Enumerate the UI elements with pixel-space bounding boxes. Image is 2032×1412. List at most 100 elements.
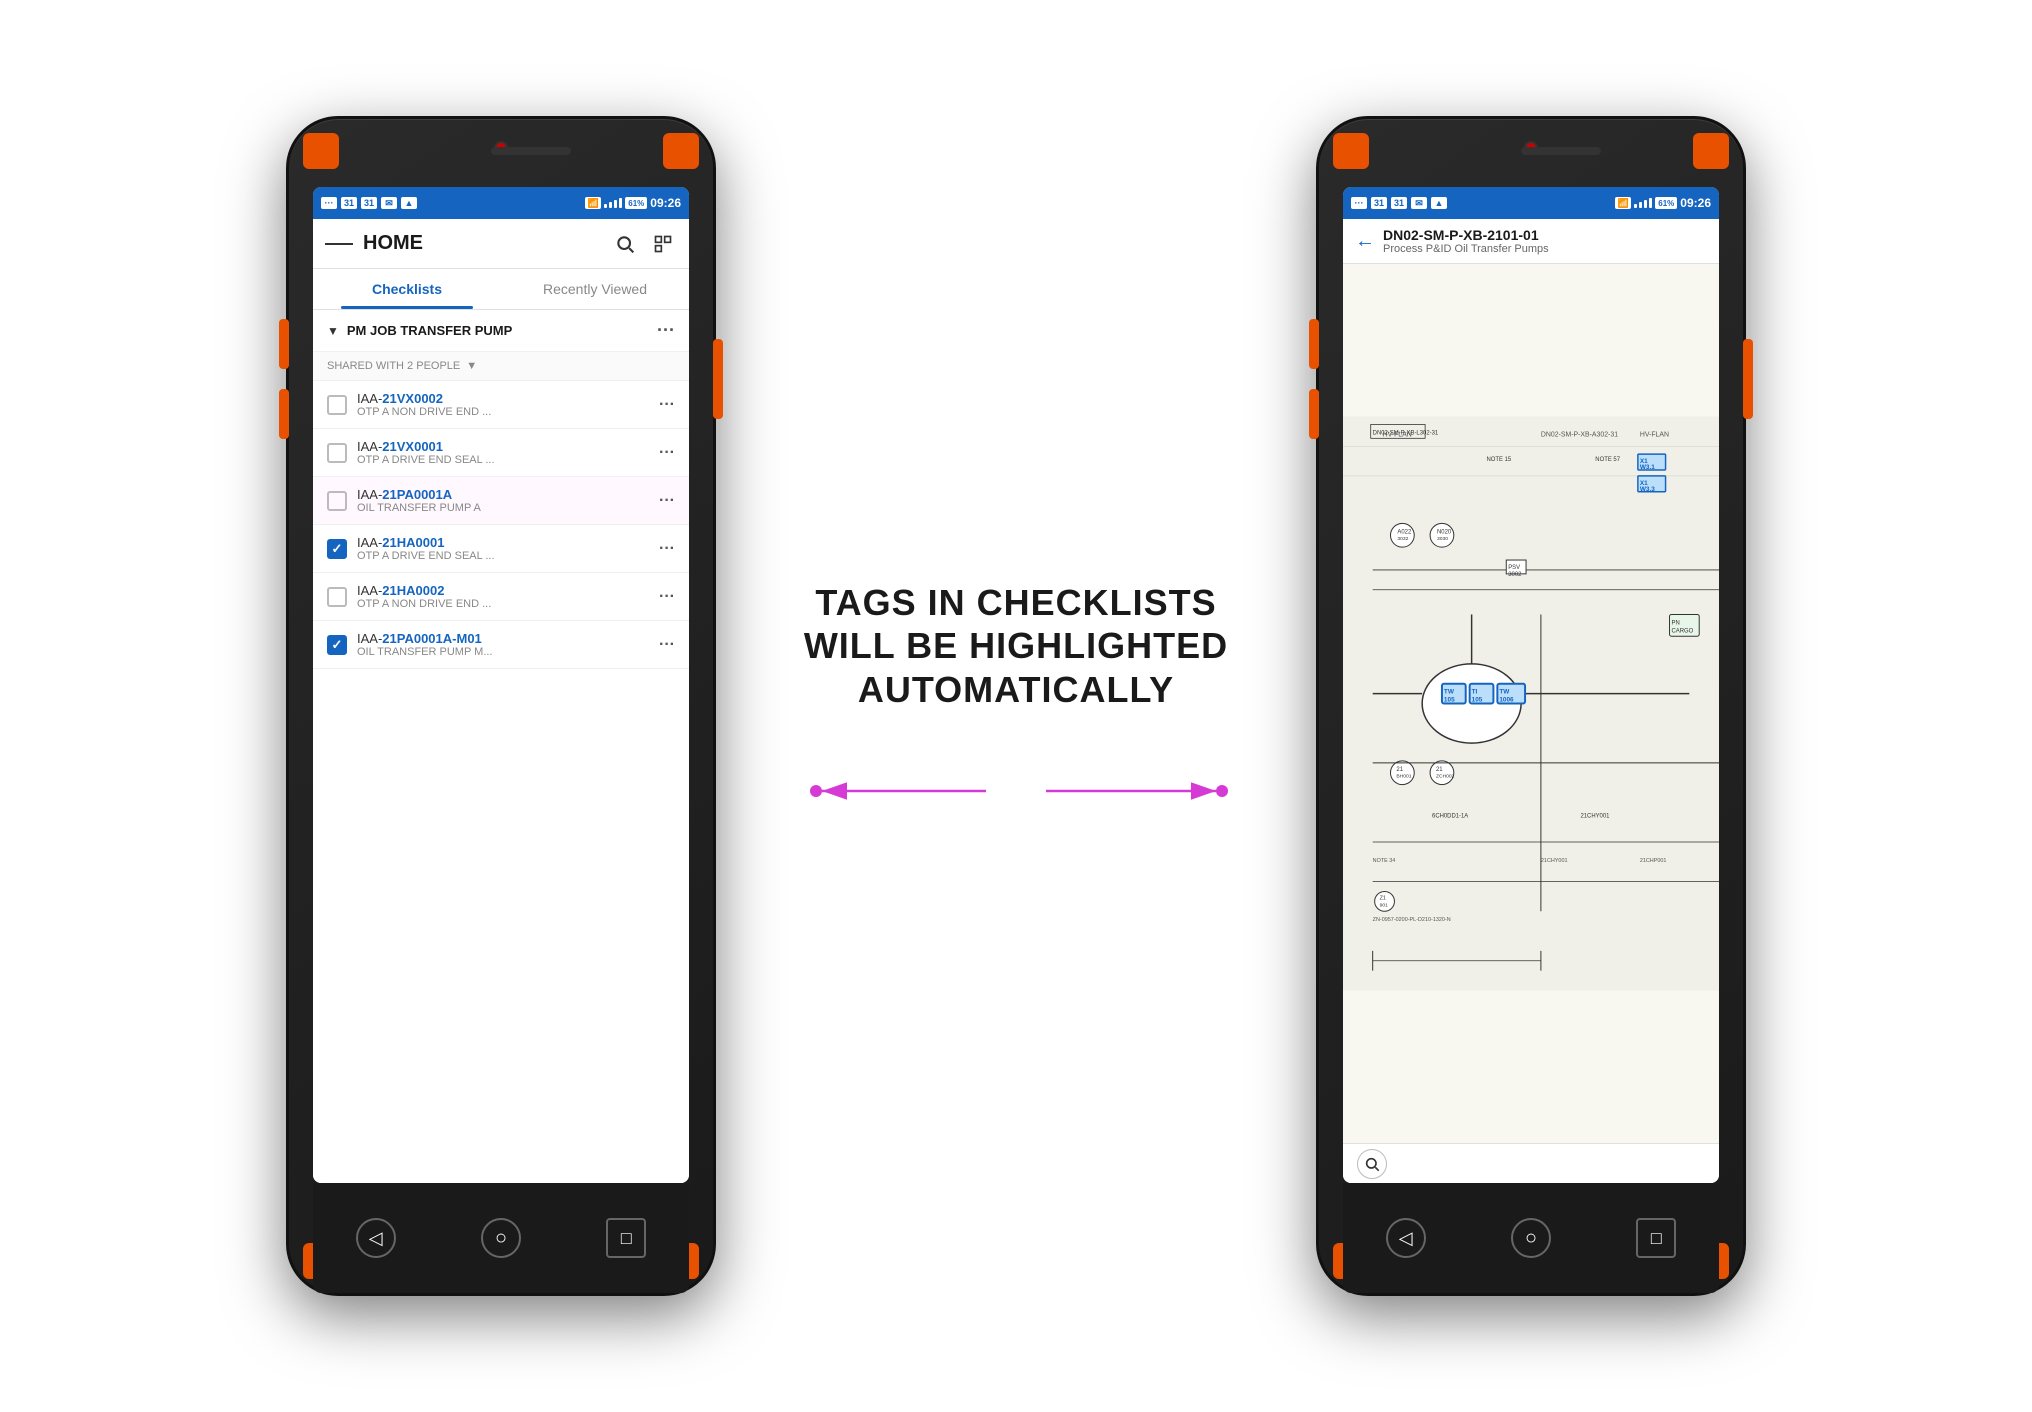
checkbox-4[interactable] <box>327 539 347 559</box>
checkbox-2[interactable] <box>327 443 347 463</box>
recent-nav-button-right[interactable] <box>1636 1218 1676 1258</box>
checklist-item-1[interactable]: IAA-21VX0002 OTP A NON DRIVE END ... ··· <box>313 381 689 429</box>
svg-text:TI: TI <box>1472 689 1478 696</box>
status-left-icons-right: ··· 31 31 ✉ ▲ <box>1351 197 1447 209</box>
phone-signal-icon-right: 📶 <box>1615 197 1631 209</box>
corner-accent-tl-right <box>1333 133 1369 169</box>
checkbox-6[interactable] <box>327 635 347 655</box>
svg-text:DN02-SM-P-XB-L302-31: DN02-SM-P-XB-L302-31 <box>1373 430 1439 436</box>
svg-text:NOTE 34: NOTE 34 <box>1373 858 1396 864</box>
checklist-item-4[interactable]: IAA-21HA0001 OTP A DRIVE END SEAL ... ··… <box>313 525 689 573</box>
dots-icon: ··· <box>321 197 337 209</box>
pid-doc-subtitle: Process P&ID Oil Transfer Pumps <box>1383 243 1707 255</box>
checkbox-5[interactable] <box>327 587 347 607</box>
calendar2-icon: 31 <box>361 197 377 209</box>
promo-line-1: TAGS IN CHECKLISTS <box>815 582 1216 623</box>
checklist-item-5[interactable]: IAA-21HA0002 OTP A NON DRIVE END ... ··· <box>313 573 689 621</box>
svg-text:BH001: BH001 <box>1396 774 1411 780</box>
item-more-4[interactable]: ··· <box>659 540 675 558</box>
svg-text:6CH0DD1-1A: 6CH0DD1-1A <box>1432 813 1468 819</box>
back-nav-button-right[interactable] <box>1386 1218 1426 1258</box>
svg-text:ZCH002: ZCH002 <box>1436 774 1455 780</box>
svg-text:DN02-SM-P-XB-A302-31: DN02-SM-P-XB-A302-31 <box>1541 431 1618 438</box>
pid-doc-id: DN02-SM-P-XB-2101-01 <box>1383 227 1707 243</box>
checklist-item-3[interactable]: IAA-21PA0001A OIL TRANSFER PUMP A ··· <box>313 477 689 525</box>
phone-signal-icon: 📶 <box>585 197 601 209</box>
signal-bars-right <box>1634 198 1652 208</box>
checkbox-3[interactable] <box>327 491 347 511</box>
hamburger-line-3 <box>344 243 353 245</box>
item-more-1[interactable]: ··· <box>659 396 675 414</box>
calendar-icon-right: 31 <box>1371 197 1387 209</box>
group-expand-icon[interactable]: ▼ <box>327 324 339 338</box>
phone-left-screen: ··· 31 31 ✉ ▲ 📶 61% <box>313 187 689 1183</box>
back-button-right[interactable]: ← <box>1355 230 1375 253</box>
item-more-5[interactable]: ··· <box>659 588 675 606</box>
item-prefix-1: IAA- <box>357 391 382 406</box>
svg-text:HV-FLAN: HV-FLAN <box>1640 431 1669 438</box>
tab-checklists[interactable]: Checklists <box>313 269 501 309</box>
checklist-item-2[interactable]: IAA-21VX0001 OTP A DRIVE END SEAL ... ··… <box>313 429 689 477</box>
group-more-button[interactable]: ··· <box>657 320 675 341</box>
item-title-5: IAA-21HA0002 <box>357 583 649 598</box>
item-tag-4: 21HA0001 <box>382 535 444 550</box>
side-button-right[interactable] <box>713 339 723 419</box>
checklist-content: ▼ PM JOB TRANSFER PUMP ··· SHARED WITH 2… <box>313 310 689 1183</box>
svg-text:PSV: PSV <box>1508 565 1520 571</box>
pid-title-block: DN02-SM-P-XB-2101-01 Process P&ID Oil Tr… <box>1383 227 1707 255</box>
pid-bottom-bar <box>1343 1143 1719 1183</box>
back-nav-button-left[interactable] <box>356 1218 396 1258</box>
phone-left-bottom-nav <box>313 1183 689 1293</box>
item-more-3[interactable]: ··· <box>659 492 675 510</box>
item-text-4: IAA-21HA0001 OTP A DRIVE END SEAL ... <box>357 535 649 562</box>
svg-text:21: 21 <box>1396 767 1403 773</box>
side-button-left-mid[interactable] <box>279 389 289 439</box>
scan-button[interactable] <box>649 230 677 258</box>
side-button-right-phone-left-mid[interactable] <box>1309 389 1319 439</box>
item-subtitle-3: OIL TRANSFER PUMP A <box>357 502 649 514</box>
battery-icon-right: 61% <box>1655 197 1677 209</box>
shared-chevron-icon: ▼ <box>466 360 477 372</box>
tab-recently-viewed[interactable]: Recently Viewed <box>501 269 689 309</box>
item-tag-6: 21PA0001A-M01 <box>382 631 481 646</box>
signal-bar-r1 <box>1634 204 1637 208</box>
svg-text:105: 105 <box>1444 697 1455 704</box>
side-button-right-phone-right[interactable] <box>1743 339 1753 419</box>
signal-bars <box>604 198 622 208</box>
status-bar-left: ··· 31 31 ✉ ▲ 📶 61% <box>313 187 689 219</box>
shared-label: SHARED WITH 2 PEOPLE ▼ <box>313 352 689 381</box>
checklist-item-6[interactable]: IAA-21PA0001A-M01 OIL TRANSFER PUMP M...… <box>313 621 689 669</box>
svg-text:3002: 3002 <box>1508 572 1521 578</box>
item-text-5: IAA-21HA0002 OTP A NON DRIVE END ... <box>357 583 649 610</box>
promo-line-3: AUTOMATICALLY <box>858 669 1174 710</box>
item-more-6[interactable]: ··· <box>659 636 675 654</box>
hamburger-line-2 <box>334 243 343 245</box>
group-header: ▼ PM JOB TRANSFER PUMP ··· <box>313 310 689 352</box>
svg-text:N020: N020 <box>1437 529 1452 535</box>
recent-nav-button-left[interactable] <box>606 1218 646 1258</box>
speaker-top <box>491 147 571 155</box>
side-button-left-top[interactable] <box>279 319 289 369</box>
svg-text:W3.3: W3.3 <box>1640 486 1655 493</box>
phone-right-screen: ··· 31 31 ✉ ▲ 📶 61% <box>1343 187 1719 1183</box>
svg-text:TW: TW <box>1499 689 1510 696</box>
side-button-right-phone-left-top[interactable] <box>1309 319 1319 369</box>
svg-text:3032: 3032 <box>1397 536 1408 542</box>
corner-accent-tr <box>663 133 699 169</box>
checkbox-1[interactable] <box>327 395 347 415</box>
battery-icon-left: 61% <box>625 197 647 209</box>
item-title-4: IAA-21HA0001 <box>357 535 649 550</box>
item-subtitle-4: OTP A DRIVE END SEAL ... <box>357 550 649 562</box>
hamburger-menu-button[interactable] <box>325 230 353 258</box>
pid-diagram[interactable]: HV-FLAN DN02-SM-P-XB-A302-31 HV-FLAN DN0… <box>1343 264 1719 1143</box>
pid-search-button[interactable] <box>1357 1149 1387 1179</box>
search-button[interactable] <box>611 230 639 258</box>
drive-icon: ▲ <box>401 197 417 209</box>
home-nav-button-left[interactable] <box>481 1218 521 1258</box>
phone-right: ··· 31 31 ✉ ▲ 📶 61% <box>1316 116 1746 1296</box>
phone-left: ··· 31 31 ✉ ▲ 📶 61% <box>286 116 716 1296</box>
shared-text: SHARED WITH 2 PEOPLE <box>327 360 460 372</box>
home-nav-button-right[interactable] <box>1511 1218 1551 1258</box>
item-title-2: IAA-21VX0001 <box>357 439 649 454</box>
item-more-2[interactable]: ··· <box>659 444 675 462</box>
